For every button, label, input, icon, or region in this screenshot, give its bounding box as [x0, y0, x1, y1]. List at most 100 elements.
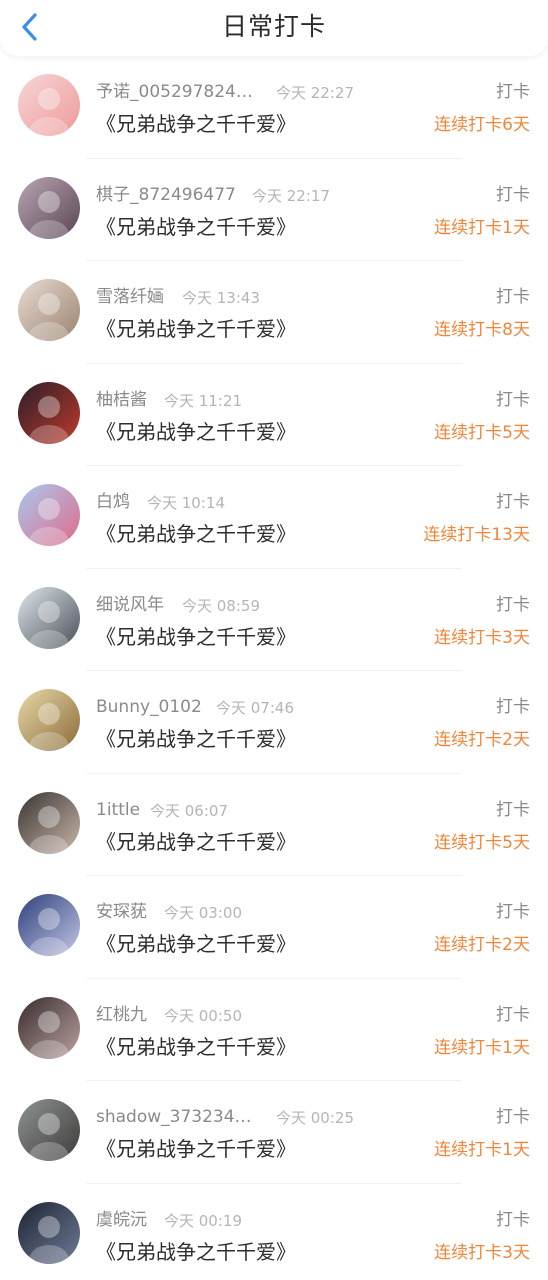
- streak-label: 连续打卡1天: [434, 217, 530, 238]
- checkin-action[interactable]: 打卡: [496, 1106, 530, 1128]
- book-title[interactable]: 《兄弟战争之千千爱》: [96, 1135, 296, 1163]
- avatar[interactable]: [18, 996, 80, 1059]
- username[interactable]: 安琛莸: [96, 901, 147, 923]
- checkin-time: 今天 22:27: [276, 84, 354, 102]
- avatar-image: [18, 689, 80, 751]
- username[interactable]: 红桃九: [96, 1004, 147, 1026]
- book-title[interactable]: 《兄弟战争之千千爱》: [96, 828, 296, 856]
- username[interactable]: 细说风年: [96, 594, 164, 616]
- avatar[interactable]: [18, 894, 80, 956]
- username[interactable]: 白鸩: [96, 491, 130, 513]
- username[interactable]: 雪落纤婳: [96, 286, 164, 308]
- streak-label: 连续打卡13天: [423, 525, 530, 545]
- streak-label: 连续打卡3天: [434, 627, 530, 648]
- checkin-list: 予诺_005297824… 今天 22:27 《兄弟战争之千千爱》 打卡 连续打卡6天棋…: [0, 56, 548, 1280]
- username[interactable]: 柚桔酱: [96, 389, 147, 411]
- avatar-image: [18, 791, 80, 854]
- book-title[interactable]: 《兄弟战争之千千爱》: [96, 418, 296, 446]
- book-title[interactable]: 《兄弟战争之千千爱》: [96, 930, 296, 958]
- checkin-row[interactable]: 1ittle 今天 06:07 《兄弟战争之千千爱》 打卡连续打卡5天: [0, 774, 548, 876]
- checkin-row[interactable]: 细说风年 今天 08:59 《兄弟战争之千千爱》 打卡连续打卡3天: [0, 569, 548, 671]
- checkin-action[interactable]: 打卡: [496, 81, 530, 103]
- checkin-action[interactable]: 打卡: [496, 389, 530, 411]
- checkin-time: 今天 13:43: [182, 289, 260, 307]
- checkin-time: 今天 00:50: [164, 1006, 242, 1025]
- book-title[interactable]: 《兄弟战争之千千爱》: [96, 623, 296, 651]
- page-title: 日常打卡: [221, 12, 326, 41]
- avatar-image: [18, 74, 80, 136]
- avatar[interactable]: [18, 381, 80, 444]
- checkin-action[interactable]: 打卡: [496, 799, 530, 821]
- avatar-image: [18, 279, 80, 341]
- checkin-row[interactable]: shadow_373234… 今天 00:25 《兄弟战争之千千爱》 打卡连续打卡1天: [0, 1081, 548, 1184]
- checkin-row[interactable]: 白鸩 今天 10:14 《兄弟战争之千千爱》 打卡连续打卡13天: [0, 466, 548, 569]
- avatar-image: [18, 484, 80, 546]
- avatar[interactable]: [18, 1099, 80, 1161]
- avatar[interactable]: [18, 791, 80, 854]
- checkin-action[interactable]: 打卡: [496, 1209, 530, 1231]
- streak-label: 连续打卡2天: [434, 935, 530, 955]
- checkin-row[interactable]: 棋子_872496477 今天 22:17 《兄弟战争之千千爱》 打卡连续打卡1天: [0, 159, 548, 261]
- checkin-row[interactable]: 安琛莸 今天 03:00 《兄弟战争之千千爱》 打卡连续打卡2天: [0, 876, 548, 979]
- avatar[interactable]: [18, 484, 80, 546]
- checkin-time: 今天 00:25: [276, 1109, 354, 1127]
- book-title[interactable]: 《兄弟战争之千千爱》: [96, 1033, 296, 1061]
- checkin-row[interactable]: 柚桔酱 今天 11:21 《兄弟战争之千千爱》 打卡连续打卡5天: [0, 364, 548, 466]
- book-title[interactable]: 《兄弟战争之千千爱》: [96, 520, 296, 548]
- book-title[interactable]: 《兄弟战争之千千爱》: [96, 1238, 296, 1266]
- avatar[interactable]: [18, 74, 80, 136]
- username[interactable]: 虞皖沅: [96, 1209, 147, 1231]
- checkin-action[interactable]: 打卡: [496, 901, 530, 923]
- streak-label: 连续打卡1天: [434, 1037, 530, 1058]
- streak-label: 连续打卡6天: [434, 115, 530, 135]
- avatar-image: [18, 176, 80, 239]
- streak-label: 连续打卡2天: [434, 730, 530, 750]
- streak-label: 连续打卡1天: [434, 1140, 530, 1160]
- username[interactable]: 棋子_872496477: [96, 184, 236, 206]
- book-title[interactable]: 《兄弟战争之千千爱》: [96, 725, 296, 753]
- checkin-action[interactable]: 打卡: [496, 184, 530, 206]
- checkin-row[interactable]: Bunny_0102 今天 07:46 《兄弟战争之千千爱》 打卡连续打卡2天: [0, 671, 548, 774]
- checkin-time: 今天 11:21: [164, 391, 242, 410]
- checkin-action[interactable]: 打卡: [496, 594, 530, 616]
- checkin-action[interactable]: 打卡: [496, 1004, 530, 1026]
- username[interactable]: Bunny_0102: [96, 696, 202, 718]
- checkin-action[interactable]: 打卡: [496, 491, 530, 513]
- checkin-row[interactable]: 予诺_005297824… 今天 22:27 《兄弟战争之千千爱》 打卡连续打卡6天: [0, 56, 548, 159]
- avatar-image: [18, 996, 80, 1059]
- checkin-time: 今天 22:17: [252, 186, 330, 205]
- streak-label: 连续打卡5天: [434, 832, 530, 853]
- avatar-image: [18, 1099, 80, 1161]
- streak-label: 连续打卡5天: [434, 422, 530, 443]
- streak-label: 连续打卡8天: [434, 320, 530, 340]
- username[interactable]: shadow_373234…: [96, 1106, 252, 1128]
- checkin-row[interactable]: 红桃九 今天 00:50 《兄弟战争之千千爱》 打卡连续打卡1天: [0, 979, 548, 1081]
- avatar-image: [18, 586, 80, 649]
- avatar[interactable]: [18, 586, 80, 649]
- app-root: 日常打卡 予诺_005297824… 今天 22:27 《兄弟战争之千千爱》 打卡 连续…: [0, 0, 548, 1280]
- checkin-time: 今天 00:19: [164, 1211, 242, 1230]
- checkin-time: 今天 10:14: [147, 494, 225, 512]
- checkin-action[interactable]: 打卡: [496, 286, 530, 308]
- username[interactable]: 1ittle: [96, 799, 140, 821]
- checkin-time: 今天 03:00: [164, 904, 242, 922]
- avatar-image: [18, 1201, 80, 1264]
- checkin-action[interactable]: 打卡: [496, 696, 530, 718]
- top-bar: 日常打卡: [0, 0, 548, 56]
- avatar-image: [18, 381, 80, 444]
- checkin-time: 今天 07:46: [216, 699, 294, 717]
- avatar[interactable]: [18, 689, 80, 751]
- checkin-time: 今天 06:07: [150, 801, 228, 820]
- checkin-row[interactable]: 虞皖沅 今天 00:19 《兄弟战争之千千爱》 打卡连续打卡3天: [0, 1184, 548, 1280]
- book-title[interactable]: 《兄弟战争之千千爱》: [96, 110, 296, 138]
- streak-label: 连续打卡3天: [434, 1242, 530, 1263]
- avatar[interactable]: [18, 279, 80, 341]
- username[interactable]: 予诺_005297824…: [96, 81, 253, 103]
- checkin-row[interactable]: 雪落纤婳 今天 13:43 《兄弟战争之千千爱》 打卡连续打卡8天: [0, 261, 548, 364]
- avatar[interactable]: [18, 176, 80, 239]
- checkin-time: 今天 08:59: [182, 596, 260, 615]
- avatar-image: [18, 894, 80, 956]
- book-title[interactable]: 《兄弟战争之千千爱》: [96, 315, 296, 343]
- avatar[interactable]: [18, 1201, 80, 1264]
- book-title[interactable]: 《兄弟战争之千千爱》: [96, 213, 296, 241]
